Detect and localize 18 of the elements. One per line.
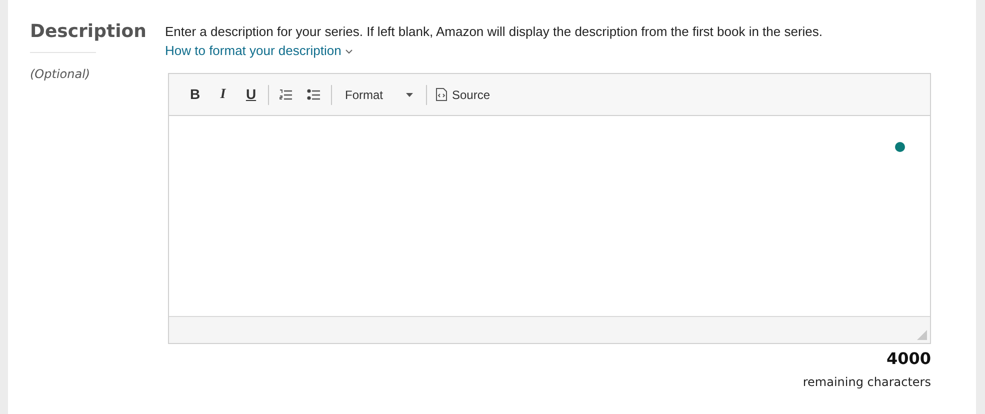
chevron-down-icon (344, 48, 353, 55)
format-dropdown[interactable]: Format (335, 82, 423, 106)
character-count-label: remaining characters (802, 374, 931, 391)
character-count: 4000 (886, 348, 931, 370)
bulleted-list-icon (307, 88, 321, 100)
editor-box[interactable]: B I U Format Source (168, 73, 931, 344)
italic-button[interactable]: I (209, 82, 237, 106)
underline-button[interactable]: U (237, 82, 265, 106)
bold-button[interactable]: B (181, 82, 209, 106)
source-button[interactable]: Source (430, 82, 496, 106)
resize-grip-icon[interactable] (917, 330, 927, 340)
section-title: Description (30, 20, 146, 44)
format-help-link[interactable]: How to format your description (165, 43, 353, 58)
optional-note: (Optional) (30, 66, 90, 83)
help-text: Enter a description for your series. If left blank, Amazon will display the description from the first book in the series. How to format your description (165, 23, 824, 60)
numbered-list-icon (279, 88, 293, 100)
code-file-icon (436, 88, 447, 101)
caret-icon (406, 92, 413, 96)
